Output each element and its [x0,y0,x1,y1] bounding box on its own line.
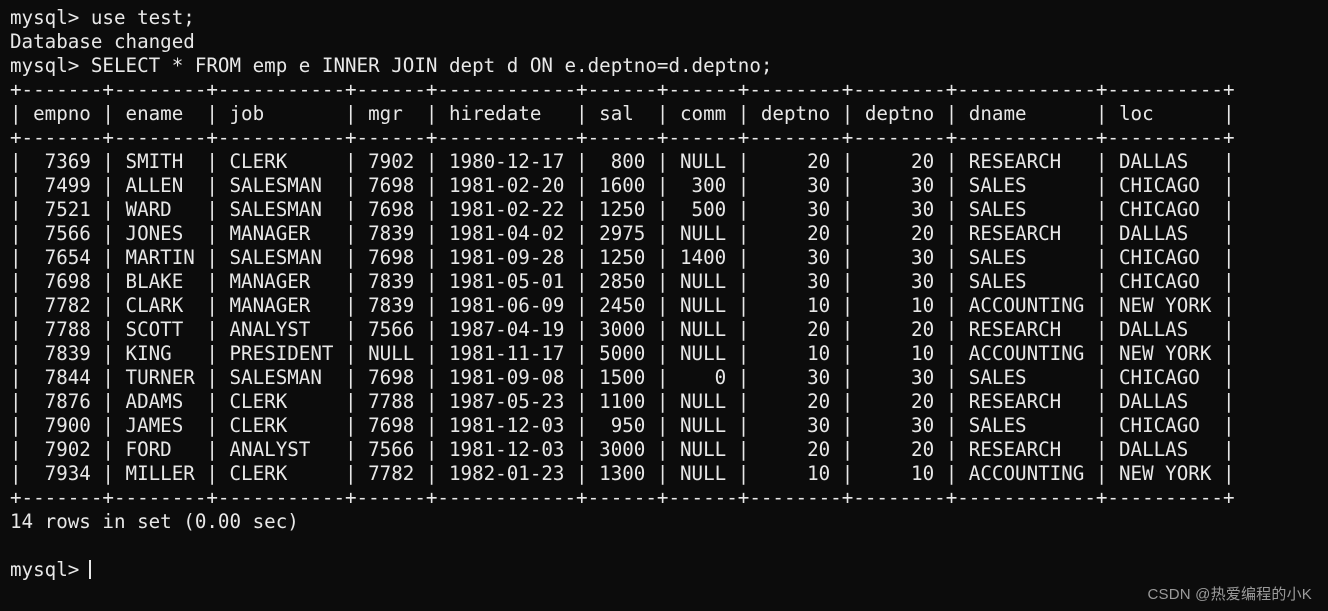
prompt-label: mysql> [10,558,80,581]
table-row: | 7934 | MILLER | CLERK | 7782 | 1982-01… [10,462,1235,485]
table-rule-top: +-------+--------+-----------+------+---… [10,78,1235,101]
table-rule-bottom: +-------+--------+-----------+------+---… [10,486,1235,509]
command-line-use: mysql> use test; [10,6,195,29]
csdn-watermark: CSDN @热爱编程的小K [1147,586,1312,603]
table-row: | 7521 | WARD | SALESMAN | 7698 | 1981-0… [10,198,1235,221]
output-database-changed: Database changed [10,30,195,53]
table-row: | 7900 | JAMES | CLERK | 7698 | 1981-12-… [10,414,1235,437]
table-row: | 7566 | JONES | MANAGER | 7839 | 1981-0… [10,222,1235,245]
table-body: | 7369 | SMITH | CLERK | 7902 | 1980-12-… [10,150,1328,486]
table-row: | 7839 | KING | PRESIDENT | NULL | 1981-… [10,342,1235,365]
table-rule-mid: +-------+--------+-----------+------+---… [10,126,1235,149]
table-row: | 7902 | FORD | ANALYST | 7566 | 1981-12… [10,438,1235,461]
text-cursor [89,560,92,579]
terminal-window[interactable]: mysql> use test; Database changed mysql>… [0,0,1328,611]
table-row: | 7369 | SMITH | CLERK | 7902 | 1980-12-… [10,150,1235,173]
table-row: | 7654 | MARTIN | SALESMAN | 7698 | 1981… [10,246,1235,269]
table-row: | 7782 | CLARK | MANAGER | 7839 | 1981-0… [10,294,1235,317]
table-row: | 7499 | ALLEN | SALESMAN | 7698 | 1981-… [10,174,1235,197]
table-row: | 7844 | TURNER | SALESMAN | 7698 | 1981… [10,366,1235,389]
table-row: | 7788 | SCOTT | ANALYST | 7566 | 1987-0… [10,318,1235,341]
table-row: | 7698 | BLAKE | MANAGER | 7839 | 1981-0… [10,270,1235,293]
table-header-row: | empno | ename | job | mgr | hiredate |… [10,102,1235,125]
command-line-select: mysql> SELECT * FROM emp e INNER JOIN de… [10,54,773,77]
final-prompt-line[interactable]: mysql> [10,558,1328,582]
result-footer: 14 rows in set (0.00 sec) [10,510,299,533]
table-row: | 7876 | ADAMS | CLERK | 7788 | 1987-05-… [10,390,1235,413]
